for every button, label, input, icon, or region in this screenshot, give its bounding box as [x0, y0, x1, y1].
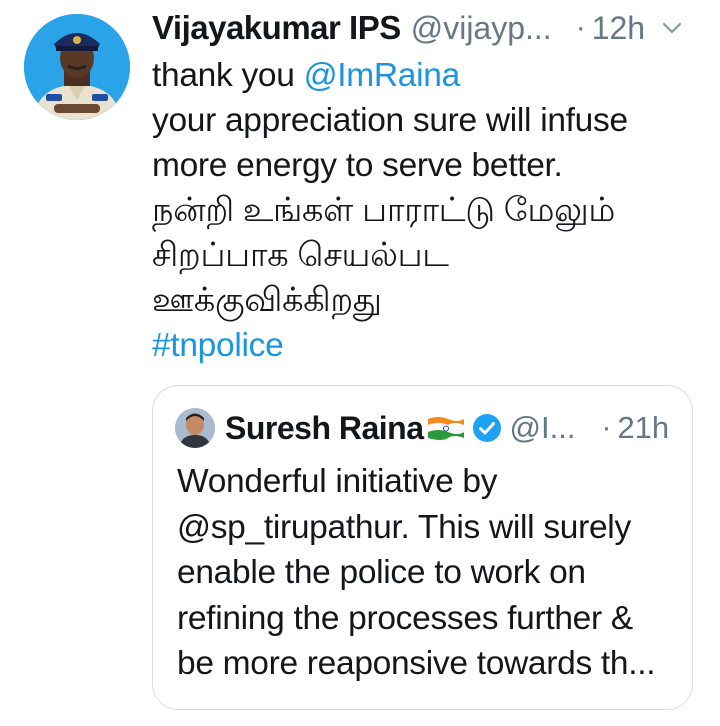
person-avatar-icon: [175, 408, 215, 448]
tweet-line: சிறப்பாக செயல்பட: [152, 237, 449, 274]
quoted-tweet-body: Wonderful initiative by @sp_tirupathur. …: [177, 459, 656, 687]
tweet-header: Vijayakumar IPS @vijayp... · 12h: [152, 4, 708, 52]
tweet-body: thank you @ImRaina your appreciation sur…: [152, 53, 708, 368]
separator-dot: ·: [601, 411, 612, 444]
tweet-line: thank you @ImRaina: [152, 57, 461, 94]
tweet-line: your appreciation sure will infuse: [152, 102, 628, 139]
quoted-tweet-line: be more reaponsive towards th...: [177, 645, 656, 682]
tweet-timestamp[interactable]: 12h: [592, 10, 645, 47]
tweet-line: more energy to serve better.: [152, 147, 563, 184]
quoted-tweet-header: Suresh Raina @I... · 21h: [175, 406, 669, 450]
quoted-tweet-line: Wonderful initiative by: [177, 463, 498, 500]
separator-dot: ·: [575, 11, 586, 44]
quoted-tweet-line: enable the police to work on: [177, 554, 586, 591]
tweet-card[interactable]: Vijayakumar IPS @vijayp... · 12h thank y…: [0, 0, 720, 726]
quoted-tweet-timestamp[interactable]: 21h: [617, 410, 669, 446]
verified-badge-icon: [472, 414, 501, 442]
author-name[interactable]: Vijayakumar IPS: [152, 9, 401, 47]
quoted-author-handle[interactable]: @I...: [510, 410, 576, 446]
quoted-author-name[interactable]: Suresh Raina: [225, 410, 424, 447]
quoted-tweet-line: @sp_tirupathur. This will surely: [177, 508, 631, 546]
tweet-line: நன்றி உங்கள் பாராட்டு மேலும்: [152, 192, 616, 229]
india-flag-icon: [427, 417, 464, 440]
chevron-down-icon[interactable]: [659, 15, 685, 41]
quoted-tweet-line: refining the processes further &: [177, 599, 633, 637]
police-officer-avatar-icon: [24, 14, 130, 120]
mention-link[interactable]: @ImRaina: [304, 57, 461, 94]
author-avatar[interactable]: [24, 14, 130, 120]
quoted-author-avatar[interactable]: [175, 408, 215, 448]
tweet-line: ஊக்குவிக்கிறது: [152, 282, 382, 319]
author-handle[interactable]: @vijayp...: [411, 10, 552, 47]
quoted-tweet-card[interactable]: Suresh Raina @I... · 21h Wonderful initi…: [152, 385, 693, 710]
hashtag-link[interactable]: #tnpolice: [152, 323, 708, 368]
